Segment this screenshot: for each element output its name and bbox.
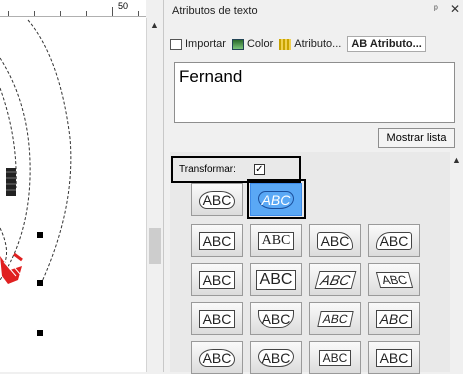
- selection-handle: [37, 232, 43, 238]
- selection-handle: [37, 280, 43, 286]
- shape-sample: ABC: [318, 349, 352, 366]
- color-icon: [231, 38, 244, 50]
- show-list-button[interactable]: Mostrar lista: [378, 128, 455, 148]
- scroll-thumb[interactable]: [149, 228, 161, 264]
- text-attributes-panel: Atributos de texto ᵖ ✕ Importar Color At…: [163, 0, 463, 374]
- shape-style[interactable]: ABC: [191, 263, 243, 296]
- shape-sample: ABC: [316, 231, 354, 250]
- panel-title: Atributos de texto: [172, 5, 258, 17]
- shape-arc-bottom[interactable]: ABC: [191, 183, 243, 216]
- scroll-up-icon[interactable]: ▲: [150, 20, 159, 30]
- ruler-label: 50: [118, 1, 129, 11]
- shape-sample: ABC: [198, 348, 236, 367]
- canvas-vertical-scrollbar[interactable]: ▲: [146, 18, 163, 372]
- close-icon[interactable]: ✕: [450, 2, 460, 16]
- shape-sample: ABC: [198, 231, 236, 250]
- shape-sample: ABC: [257, 348, 295, 367]
- shape-sample: ABC: [257, 231, 295, 250]
- shape-sample: ABC: [375, 271, 413, 288]
- horizontal-ruler: 50: [0, 0, 146, 17]
- stitch-patch: [6, 168, 16, 196]
- shape-sample: ABC: [257, 309, 295, 328]
- shape-style[interactable]: ABC: [250, 302, 302, 335]
- shape-style[interactable]: ABC: [309, 341, 361, 374]
- shapes-vertical-scrollbar[interactable]: ▲: [450, 152, 463, 372]
- shape-style[interactable]: ABC: [368, 341, 420, 374]
- red-stitch-letter: [0, 252, 23, 284]
- shape-style[interactable]: ABC: [191, 302, 243, 335]
- import-icon: [170, 38, 182, 50]
- color-button[interactable]: Color: [231, 38, 274, 50]
- shape-style[interactable]: ABC: [309, 263, 361, 296]
- shape-sample: ABC: [198, 190, 236, 209]
- attribute-button[interactable]: Atributo...: [279, 38, 341, 50]
- shape-style[interactable]: ABC: [309, 224, 361, 257]
- shape-style[interactable]: ABC: [191, 224, 243, 257]
- attribute-label: Atributo...: [294, 38, 342, 50]
- shape-style[interactable]: ABC: [250, 224, 302, 257]
- shape-style[interactable]: ABC: [191, 341, 243, 374]
- scroll-up-icon[interactable]: ▲: [452, 155, 461, 165]
- shape-style[interactable]: ABC: [250, 263, 302, 296]
- shape-sample: ABC: [314, 270, 356, 289]
- shape-style[interactable]: ABC: [368, 224, 420, 257]
- text-input[interactable]: Fernand: [174, 62, 455, 123]
- color-label: Color: [246, 38, 274, 50]
- import-label: Importar: [185, 38, 226, 50]
- selection-handle: [37, 330, 43, 336]
- panel-toolbar: Importar Color Atributo... AB Atributo..…: [170, 33, 432, 55]
- shape-sample: ABC: [316, 310, 354, 327]
- shape-sample: ABC: [375, 348, 413, 367]
- embroidery-design[interactable]: [0, 18, 146, 372]
- text-attribute-button[interactable]: AB Atributo...: [347, 36, 426, 52]
- shape-style[interactable]: ABC: [368, 263, 420, 296]
- pin-icon[interactable]: ᵖ: [434, 4, 438, 15]
- shape-style[interactable]: ABC: [309, 302, 361, 335]
- shape-sample: ABC: [255, 269, 297, 290]
- transform-shapes-area: Transformar: ✓ ABC ABC ABC ABC ABC ABC A…: [170, 152, 450, 374]
- attribute-icon: [279, 38, 292, 50]
- shape-sample: ABC: [198, 309, 236, 328]
- import-button[interactable]: Importar: [170, 38, 226, 50]
- design-canvas[interactable]: 50: [0, 0, 146, 372]
- transform-checkbox[interactable]: ✓: [253, 164, 265, 175]
- shape-style[interactable]: ABC: [368, 302, 420, 335]
- shape-sample: ABC: [375, 309, 413, 328]
- text-attribute-label: AB Atributo...: [351, 38, 422, 50]
- transform-label: Transformar:: [179, 164, 236, 175]
- selection-highlight: [247, 179, 306, 219]
- shape-style[interactable]: ABC: [250, 341, 302, 374]
- shape-sample: ABC: [198, 270, 236, 289]
- shape-sample: ABC: [375, 231, 413, 250]
